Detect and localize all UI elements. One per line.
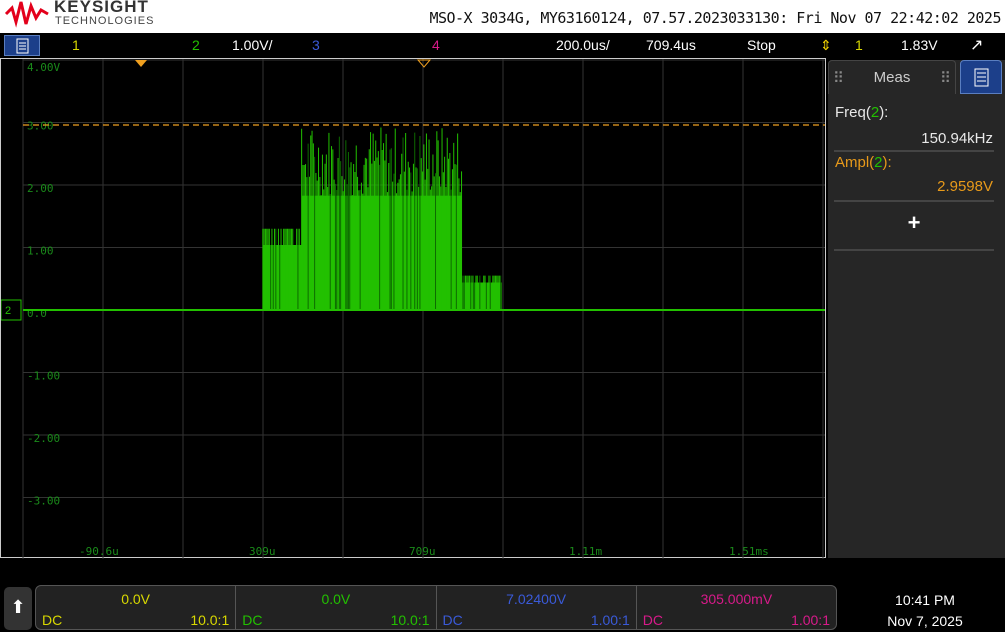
channel-value: 0.0V <box>321 591 351 607</box>
trigger-position-marker <box>135 60 147 67</box>
y-axis-label: -1.00 <box>27 370 60 383</box>
y-axis-label: 4.00V <box>27 61 60 74</box>
ampl-label: Ampl(2): <box>835 154 892 171</box>
meas-title: Meas <box>873 69 911 86</box>
y-axis-label: 1.00 <box>27 245 54 258</box>
channel-3-button[interactable]: 3 <box>312 37 320 53</box>
timebase-scale[interactable]: 200.0us/ <box>556 37 610 53</box>
clock: 10:41 PM Nov 7, 2025 <box>850 590 1000 632</box>
time-delay[interactable]: 709.4us <box>646 37 696 53</box>
trigger-level[interactable]: 1.83V <box>901 37 938 53</box>
brand-sub: TECHNOLOGIES <box>55 15 155 27</box>
freq-label: Freq(2): <box>835 104 889 121</box>
clock-date: Nov 7, 2025 <box>887 613 963 629</box>
y-axis-label: -3.00 <box>27 495 60 508</box>
channel-4-info[interactable]: 305.000mV DC 1.00:1 <box>637 586 836 629</box>
channel-probe: 10.0:1 <box>190 612 230 628</box>
y-axis-label: 3.00 <box>27 120 54 133</box>
divider <box>834 249 994 251</box>
main-menu-button[interactable] <box>4 35 40 56</box>
channel-2-scale: 1.00V/ <box>232 37 273 53</box>
title-bar: KEYSIGHT TECHNOLOGIES MSO-X 3034G, MY631… <box>0 0 1005 33</box>
channel-coupling: DC <box>642 612 663 628</box>
channel-probe: 1.00:1 <box>791 612 830 628</box>
expand-button[interactable]: ⬆ <box>4 587 32 630</box>
add-measurement-button[interactable]: + <box>834 210 994 236</box>
x-axis-label: 1.11m <box>569 545 602 558</box>
run-state[interactable]: Stop <box>747 37 776 53</box>
x-axis-label: 1.51ms <box>729 545 769 558</box>
x-axis-label: 309u <box>249 545 276 558</box>
channel-value: 7.02400V <box>506 591 567 607</box>
x-axis-label: -90.6u <box>79 545 119 558</box>
trigger-updown-icon: ⇕ <box>820 37 832 53</box>
meas-menu-button[interactable] <box>960 60 1002 94</box>
meas-tab[interactable]: ⠿ Meas ⠿ <box>828 60 956 94</box>
status-bar: 1 2 1.00V/ 3 4 200.0us/ 709.4us Stop ⇕ 1… <box>0 33 1005 57</box>
delay-marker <box>416 59 432 68</box>
menu-icon <box>974 68 989 87</box>
ampl-value: 2.9598V <box>937 178 993 195</box>
channel-1-button[interactable]: 1 <box>72 37 80 53</box>
channel-coupling: DC <box>42 612 63 628</box>
x-axis-label: 709u <box>409 545 436 558</box>
y-axis-label: 2.00 <box>27 182 54 195</box>
y-axis-label: -2.00 <box>27 432 60 445</box>
channel-probe: 1.00:1 <box>590 612 630 628</box>
channel-1-info[interactable]: 0.0V DC 10.0:1 <box>36 586 237 629</box>
channel-bar: ⬆ 0.0V DC 10.0:1 0.0V DC 10.0:1 7.02400V DC 1.… <box>0 585 1005 630</box>
channel-probe: 10.0:1 <box>390 612 430 628</box>
instrument-info: MSO-X 3034G, MY63160124, 07.57.202303313… <box>429 9 1001 27</box>
channel-coupling: DC <box>242 612 263 628</box>
channel-value: 0.0V <box>121 591 151 607</box>
channel-4-button[interactable]: 4 <box>432 37 440 53</box>
channel-3-info[interactable]: 7.02400V DC 1.00:1 <box>437 586 637 629</box>
ground-marker-label: 2 <box>5 305 11 317</box>
arrow-up-icon: ⬆ <box>10 597 26 617</box>
channel-coupling: DC <box>442 612 463 628</box>
channel-2-info[interactable]: 0.0V DC 10.0:1 <box>236 586 437 629</box>
waveform-display[interactable]: 4.00V 3.00 2.00 1.00 0.0 -1.00 -2.00 -3.00 -90.6… <box>0 58 826 559</box>
channel-2-button[interactable]: 2 <box>192 37 200 53</box>
y-axis-label: 0.0 <box>27 307 47 320</box>
divider <box>834 150 994 152</box>
clock-time: 10:41 PM <box>895 592 955 608</box>
trigger-source[interactable]: 1 <box>855 37 863 53</box>
freq-value: 150.94kHz <box>921 130 993 147</box>
divider <box>834 200 994 202</box>
trigger-edge-icon[interactable]: ↗ <box>970 35 983 55</box>
channel-value: 305.000mV <box>700 591 773 607</box>
menu-icon <box>16 38 29 54</box>
